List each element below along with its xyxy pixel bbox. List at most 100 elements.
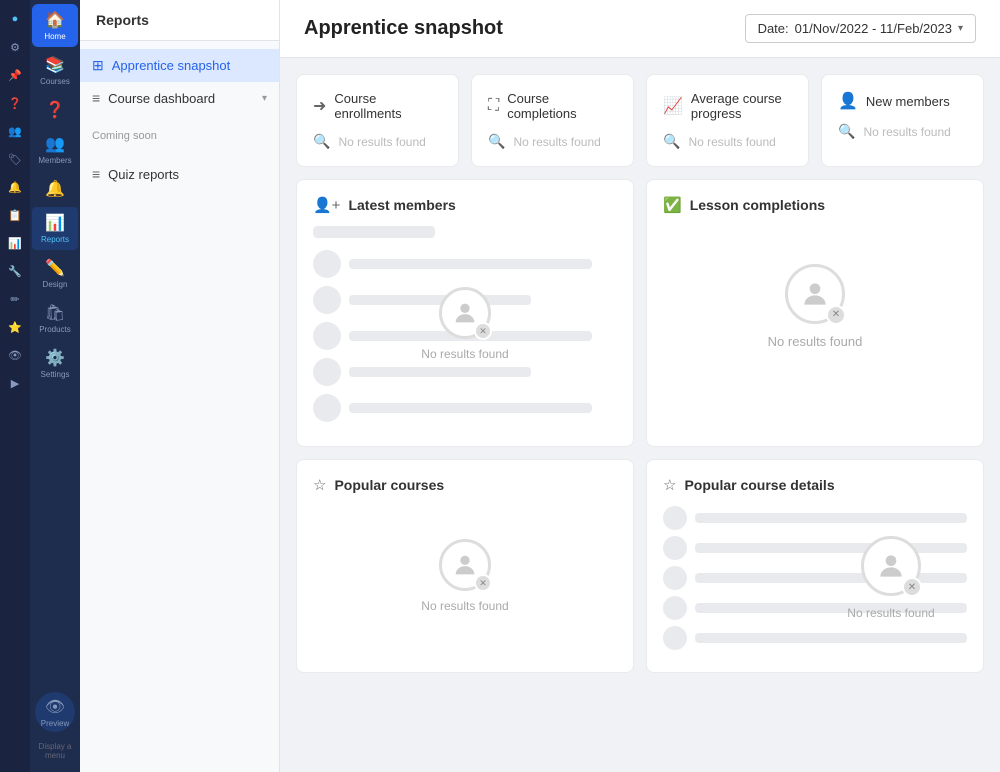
latest-members-skeleton: ✕ No results found: [313, 226, 617, 422]
icon-bar-users[interactable]: 👥: [4, 120, 26, 142]
latest-members-no-results-text: No results found: [421, 347, 508, 361]
page-header: Apprentice snapshot Date: 01/Nov/2022 - …: [280, 0, 1000, 58]
home-icon: 🏠: [45, 10, 65, 30]
grid-icon: ⊞: [92, 57, 104, 74]
icon-bar-settings[interactable]: ⚙: [4, 36, 26, 58]
detail-avatar-3: [663, 566, 687, 590]
x-badge-icon-3: ✕: [474, 574, 492, 592]
popular-course-details-header: ☆ Popular course details: [663, 476, 967, 494]
icon-bar-quiz[interactable]: ❓: [4, 92, 26, 114]
nav-settings[interactable]: ⚙️ Settings: [32, 342, 78, 385]
nav-design[interactable]: ✏️ Design: [32, 252, 78, 295]
nav-bell[interactable]: 🔔: [32, 173, 78, 205]
user-silhouette-icon-2: [799, 278, 831, 310]
course-completions-card: ⛶ Course completions 🔍 No results found: [471, 74, 634, 167]
nav-preview[interactable]: 👁 Preview: [35, 692, 75, 732]
latest-members-no-results-overlay: ✕ No results found: [313, 226, 617, 422]
sidebar-item-course-dashboard[interactable]: ≡ Course dashboard ▾: [80, 82, 279, 114]
icon-bar-pin[interactable]: 📌: [4, 64, 26, 86]
quiz-list-icon: ≡: [92, 166, 100, 182]
avg-course-progress-body: 🔍 No results found: [663, 133, 792, 150]
add-member-icon: 👤+: [313, 196, 340, 214]
nav-home-label: Home: [44, 32, 65, 41]
course-completions-title: Course completions: [507, 91, 617, 121]
nav-members[interactable]: 👥 Members: [32, 128, 78, 171]
date-value: 01/Nov/2022 - 11/Feb/2023: [795, 21, 952, 36]
sidebar-coming-soon-section: ≡ Quiz reports: [80, 150, 279, 198]
nav-quiz[interactable]: ❓: [32, 94, 78, 126]
nav-home[interactable]: 🏠 Home: [32, 4, 78, 47]
avg-course-progress-no-results: No results found: [688, 135, 775, 149]
course-enrollments-title: Course enrollments: [334, 91, 442, 121]
x-badge-icon: ✕: [474, 322, 492, 340]
nav-design-label: Design: [43, 280, 68, 289]
sidebar-header: Reports: [80, 0, 279, 41]
icon-bar-star[interactable]: ⭐: [4, 316, 26, 338]
icon-bar-tag[interactable]: 🏷: [4, 148, 26, 170]
user-silhouette-icon-3: [451, 551, 479, 579]
course-enrollments-header: ➜ Course enrollments: [313, 91, 442, 121]
latest-members-card: 👤+ Latest members: [296, 179, 634, 447]
page-title: Apprentice snapshot: [304, 17, 503, 40]
icon-bar-eye[interactable]: 👁: [4, 344, 26, 366]
coming-soon-label: Coming soon: [80, 122, 279, 150]
star-icon-details: ☆: [663, 476, 676, 494]
sidebar-item-apprentice-snapshot[interactable]: ⊞ Apprentice snapshot: [80, 49, 279, 82]
user-silhouette-icon-4: [875, 550, 907, 582]
search-no-results-icon: 🔍: [313, 133, 330, 150]
popular-course-details-no-results-overlay: ✕ No results found: [815, 506, 967, 650]
courses-icon: 📚: [45, 55, 65, 75]
icon-bar-play[interactable]: ▶: [4, 372, 26, 394]
popular-courses-header: ☆ Popular courses: [313, 476, 617, 494]
display-menu-button[interactable]: Display a menu: [30, 734, 80, 768]
nav-settings-label: Settings: [41, 370, 70, 379]
nav-courses[interactable]: 📚 Courses: [32, 49, 78, 92]
sidebar-main-section: ⊞ Apprentice snapshot ≡ Course dashboard…: [80, 41, 279, 122]
course-dashboard-label: Course dashboard: [108, 91, 215, 106]
icon-bar-chart[interactable]: 📊: [4, 232, 26, 254]
lesson-completions-header: ✅ Lesson completions: [663, 196, 967, 214]
completions-icon: ⛶: [488, 97, 499, 115]
latest-members-header: 👤+ Latest members: [313, 196, 617, 214]
middle-row: 👤+ Latest members: [296, 179, 984, 447]
popular-courses-no-results: ✕ No results found: [313, 506, 617, 646]
products-icon: 🛍: [45, 303, 65, 323]
chevron-down-icon: ▾: [262, 93, 267, 104]
reports-icon: 📊: [45, 213, 65, 233]
thin-icon-bar: ● ⚙ 📌 ❓ 👥 🏷 🔔 📋 📊 🔧 ✏ ⭐ 👁 ▶: [0, 0, 30, 772]
nav-courses-label: Courses: [40, 77, 70, 86]
detail-avatar-5: [663, 626, 687, 650]
date-chevron-icon: ▾: [958, 23, 963, 34]
members-icon: 👥: [45, 134, 65, 154]
icon-bar-home[interactable]: ●: [4, 8, 26, 30]
popular-courses-title: Popular courses: [334, 477, 444, 493]
nav-reports[interactable]: 📊 Reports: [32, 207, 78, 250]
icon-bar-list[interactable]: 📋: [4, 204, 26, 226]
icon-bar-tool[interactable]: 🔧: [4, 260, 26, 282]
popular-course-details-body: ✕ No results found: [663, 506, 967, 650]
no-results-user-icon: ✕: [439, 287, 491, 339]
detail-avatar-4: [663, 596, 687, 620]
latest-members-title: Latest members: [348, 197, 455, 213]
secondary-sidebar: Reports ⊞ Apprentice snapshot ≡ Course d…: [80, 0, 280, 772]
icon-bar-pen[interactable]: ✏: [4, 288, 26, 310]
lesson-completions-no-results: ✕ No results found: [663, 226, 967, 386]
course-completions-no-results: No results found: [513, 135, 600, 149]
lesson-completions-title: Lesson completions: [690, 197, 825, 213]
enrollment-arrow-icon: ➜: [313, 96, 326, 116]
popular-courses-card: ☆ Popular courses ✕ No results found: [296, 459, 634, 673]
checkmark-circle-icon: ✅: [663, 196, 682, 214]
nav-products[interactable]: 🛍 Products: [32, 297, 78, 340]
popular-row: ☆ Popular courses ✕ No results found: [296, 459, 984, 673]
dashboard-area: ➜ Course enrollments 🔍 No results found …: [280, 58, 1000, 772]
sidebar-item-quiz-reports[interactable]: ≡ Quiz reports: [80, 158, 279, 190]
search-no-results-icon-3: 🔍: [663, 133, 680, 150]
new-members-card: 👤 New members 🔍 No results found: [821, 74, 984, 167]
icon-bar-bell[interactable]: 🔔: [4, 176, 26, 198]
new-members-icon: 👤: [838, 91, 858, 111]
main-nav: 🏠 Home 📚 Courses ❓ 👥 Members 🔔 📊 Reports…: [30, 0, 80, 772]
avg-course-progress-card: 📈 Average course progress 🔍 No results f…: [646, 74, 809, 167]
nav-members-label: Members: [38, 156, 71, 165]
date-picker-button[interactable]: Date: 01/Nov/2022 - 11/Feb/2023 ▾: [745, 14, 976, 43]
settings-icon: ⚙️: [45, 348, 65, 368]
